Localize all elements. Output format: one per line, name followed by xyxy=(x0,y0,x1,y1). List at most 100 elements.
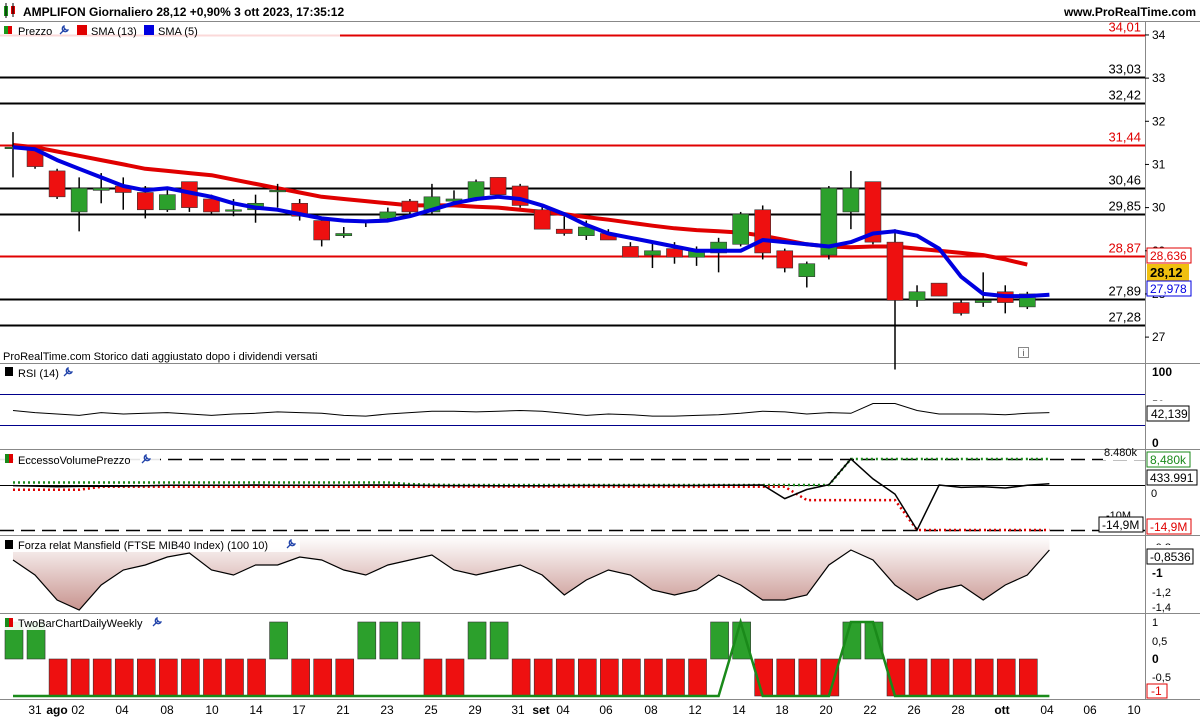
level-label: 27,89 xyxy=(1108,284,1141,299)
level-label: 28,87 xyxy=(1108,241,1141,256)
twobar-bar[interactable] xyxy=(533,658,553,697)
twobar-bar[interactable] xyxy=(776,658,796,697)
x-axis-label: 10 xyxy=(205,703,219,717)
candle[interactable] xyxy=(511,183,529,208)
candle[interactable] xyxy=(159,188,176,212)
twobar-bar[interactable] xyxy=(467,621,487,660)
twobar-bar[interactable] xyxy=(710,621,729,660)
mansfield-panel[interactable]: Forza relat Mansfield (FTSE MIB40 Index)… xyxy=(0,536,1194,614)
x-axis-label: set xyxy=(532,703,549,717)
twobar-bar[interactable] xyxy=(225,658,244,697)
twobar-bar[interactable] xyxy=(114,658,134,697)
candle[interactable] xyxy=(732,211,749,247)
site-link[interactable]: www.ProRealTime.com xyxy=(1063,5,1196,19)
rsi-series xyxy=(12,403,1050,417)
level-label: 33,03 xyxy=(1108,62,1141,77)
twobar-bar[interactable] xyxy=(600,658,619,697)
candle[interactable] xyxy=(644,242,661,269)
twobar-bar[interactable] xyxy=(798,658,818,697)
twobar-bar[interactable] xyxy=(423,658,443,697)
candle[interactable] xyxy=(48,168,66,199)
twobar-bar[interactable] xyxy=(137,658,156,697)
candle[interactable] xyxy=(754,205,772,260)
evp-label: EccessoVolumePrezzo xyxy=(18,455,131,467)
twobar-bar[interactable] xyxy=(974,658,994,697)
twobar-bar[interactable] xyxy=(996,658,1016,697)
rsi-panel[interactable]: RSI (14) 100 50 42,139 0 xyxy=(0,364,1190,450)
price-y-tick-label: 31 xyxy=(1152,157,1166,171)
twobar-bar[interactable] xyxy=(445,658,465,697)
candle[interactable] xyxy=(489,177,507,195)
twobar-bar[interactable] xyxy=(577,658,597,697)
candle[interactable] xyxy=(930,282,948,297)
candle[interactable] xyxy=(908,285,926,307)
twobar-bar[interactable] xyxy=(203,658,222,697)
twobar-bar[interactable] xyxy=(48,658,68,697)
candle[interactable] xyxy=(996,285,1014,314)
adjusted-data-note: ProRealTime.com Storico dati aggiustato … xyxy=(3,351,317,363)
twobar-bar[interactable] xyxy=(555,658,575,697)
candle[interactable] xyxy=(181,181,198,212)
x-axis-label: 06 xyxy=(1083,703,1097,717)
candle[interactable] xyxy=(555,216,573,236)
evp-panel[interactable]: EccessoVolumePrezzo 8,480k 8,480k 433.99… xyxy=(0,447,1198,535)
candle[interactable] xyxy=(952,300,970,316)
twobar-bar[interactable] xyxy=(357,621,377,660)
twobar-bar[interactable] xyxy=(688,658,707,697)
twobar-bar[interactable] xyxy=(952,658,972,697)
candle[interactable] xyxy=(313,218,331,247)
rsi-label: RSI (14) xyxy=(18,368,59,380)
twobar-bar[interactable] xyxy=(70,658,90,697)
level-label: 27,28 xyxy=(1108,310,1141,325)
twobar-bar[interactable] xyxy=(666,658,685,697)
twobar-bar[interactable] xyxy=(644,658,663,697)
chart[interactable]: AMPLIFON Giornaliero 28,12 +0,90% 3 ott … xyxy=(0,0,1200,720)
twobar-panel[interactable]: TwoBarChartDailyWeekly 1 0,5 0 -0,5 -1 xyxy=(0,615,1171,699)
candle[interactable] xyxy=(776,248,794,273)
twobar-bar[interactable] xyxy=(291,658,310,697)
twobar-bar[interactable] xyxy=(335,658,355,697)
price-panel[interactable]: 34,01 33,03 32,42 31,44 30,46 29,85 28,87 27,89… xyxy=(0,20,1192,370)
twobar-bar[interactable] xyxy=(379,621,399,660)
info-icon[interactable]: i xyxy=(1018,347,1029,359)
twobar-bar[interactable] xyxy=(930,658,950,697)
candle[interactable] xyxy=(70,177,88,232)
candle[interactable] xyxy=(622,242,639,258)
twobar-bar[interactable] xyxy=(247,658,266,697)
mansfield-tick-14: -1,4 xyxy=(1152,602,1171,614)
twobar-bar[interactable] xyxy=(908,658,928,697)
x-axis-label: 18 xyxy=(775,703,789,717)
twobar-bar[interactable] xyxy=(489,621,509,660)
candle[interactable] xyxy=(886,229,904,370)
x-axis-label: 02 xyxy=(71,703,85,717)
x-axis-label: 29 xyxy=(468,703,482,717)
twobar-bar[interactable] xyxy=(159,658,178,697)
candle[interactable] xyxy=(4,132,22,178)
twobar-bar[interactable] xyxy=(1018,658,1038,697)
candle[interactable] xyxy=(401,198,419,215)
mansfield-tick-12: -1,2 xyxy=(1152,587,1171,599)
twobar-bar[interactable] xyxy=(511,658,531,697)
candle[interactable] xyxy=(710,237,727,273)
twobar-bar[interactable] xyxy=(622,658,641,697)
twobar-bar[interactable] xyxy=(181,658,200,697)
twobar-bar[interactable] xyxy=(92,658,112,697)
candle[interactable] xyxy=(291,198,308,221)
level-label: 29,85 xyxy=(1108,199,1141,214)
x-axis-label: 08 xyxy=(644,703,658,717)
x-axis-label: 22 xyxy=(863,703,877,717)
legend-sma5: SMA (5) xyxy=(158,26,198,38)
candle[interactable] xyxy=(842,170,860,230)
evp-top-green-label: 8,480k xyxy=(1150,453,1187,467)
x-axis-label: 12 xyxy=(688,703,702,717)
candle[interactable] xyxy=(798,261,816,288)
evp-legend-icon xyxy=(5,454,13,463)
twobar-bar[interactable] xyxy=(401,621,421,660)
twobar-bar[interactable] xyxy=(269,621,288,660)
x-axis-label: ago xyxy=(46,703,67,717)
twobar-last-label: -1 xyxy=(1151,684,1162,698)
twobar-bar[interactable] xyxy=(313,658,333,697)
x-axis-label: 31 xyxy=(511,703,525,717)
evp-bottom-black-label: -14,9M xyxy=(1102,518,1139,532)
candle[interactable] xyxy=(335,227,353,238)
